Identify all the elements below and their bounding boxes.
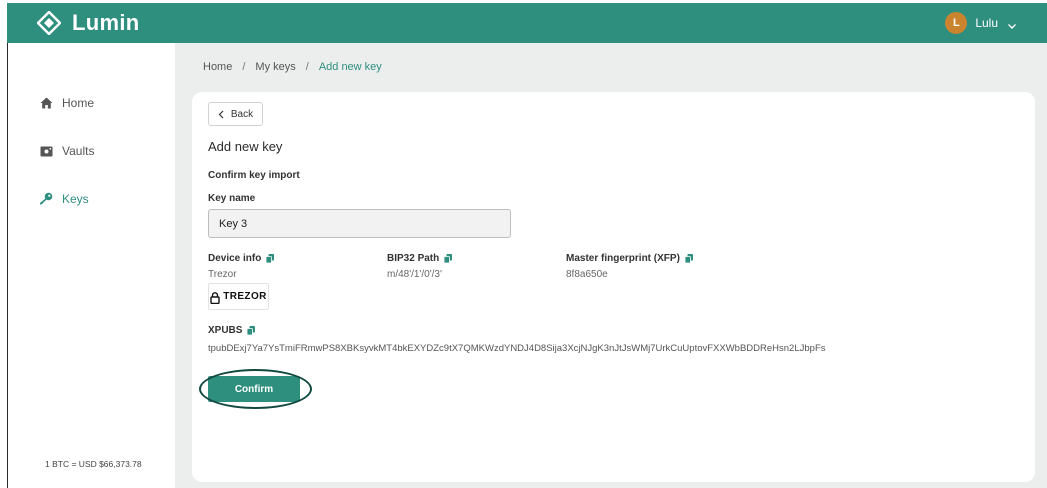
back-button[interactable]: Back — [208, 102, 263, 126]
bip32-path-label: BIP32 Path — [387, 253, 453, 264]
xpubs-label-text: XPUBS — [208, 325, 243, 336]
breadcrumb-current: Add new key — [318, 61, 382, 73]
sidebar: Home Vaults Keys 1 BTC = USD $66,373.78 — [8, 43, 175, 488]
breadcrumb-separator: / — [305, 61, 309, 73]
xpubs-value: tpubDExj7Ya7YsTmiFRmwPS8XBKsyvkMT4bkEXYD… — [208, 343, 826, 354]
device-info-value: Trezor — [208, 269, 237, 280]
copy-icon[interactable] — [247, 326, 256, 336]
back-label: Back — [230, 108, 254, 120]
diamond-logo-icon — [36, 10, 62, 36]
copy-icon[interactable] — [684, 254, 693, 264]
master-fingerprint-value: 8f8a650e — [566, 269, 608, 280]
chevron-down-icon — [1007, 18, 1017, 29]
key-icon — [39, 192, 53, 206]
key-name-label: Key name — [208, 193, 255, 204]
device-info-label-text: Device info — [208, 253, 262, 264]
sidebar-item-vaults[interactable]: Vaults — [39, 144, 94, 158]
btc-price: 1 BTC = USD $66,373.78 — [45, 459, 142, 469]
sidebar-item-home[interactable]: Home — [39, 96, 94, 110]
sidebar-item-label: Vaults — [62, 144, 95, 158]
app-logo[interactable]: Lumin — [36, 9, 140, 37]
master-fingerprint-label: Master fingerprint (XFP) — [566, 253, 693, 264]
app-name: Lumin — [72, 10, 140, 35]
top-bar: Lumin L Lulu — [7, 3, 1047, 43]
breadcrumb-separator: / — [242, 61, 246, 73]
device-info-label: Device info — [208, 253, 275, 264]
xpubs-label: XPUBS — [208, 325, 256, 336]
sidebar-item-label: Home — [62, 96, 95, 110]
section-title: Confirm key import — [208, 170, 300, 181]
bip32-path-label-text: BIP32 Path — [387, 253, 440, 264]
chevron-left-icon — [218, 110, 225, 119]
bip32-path-value: m/48'/1'/0'/3' — [387, 269, 442, 280]
copy-icon[interactable] — [443, 254, 453, 264]
user-menu[interactable]: L Lulu — [945, 12, 1017, 34]
lock-icon — [210, 291, 220, 304]
user-name: Lulu — [975, 16, 998, 30]
home-icon — [39, 96, 53, 110]
key-name-input[interactable] — [208, 209, 511, 238]
confirm-button[interactable]: Confirm — [208, 376, 300, 402]
master-fingerprint-label-text: Master fingerprint (XFP) — [566, 253, 680, 264]
copy-icon[interactable] — [265, 254, 275, 264]
sidebar-item-label: Keys — [62, 192, 89, 206]
breadcrumb-home[interactable]: Home — [203, 61, 232, 73]
breadcrumb: Home / My keys / Add new key — [203, 61, 382, 73]
main-content: Home / My keys / Add new key Back Add ne… — [175, 43, 1047, 488]
trezor-logo-text: TREZOR — [223, 291, 267, 302]
key-name-label-text: Key name — [208, 193, 256, 204]
trezor-logo: TREZOR — [208, 283, 269, 310]
add-key-card: Back Add new key Confirm key import Key … — [192, 92, 1035, 482]
avatar: L — [945, 12, 968, 34]
vault-icon — [39, 144, 53, 158]
breadcrumb-my-keys[interactable]: My keys — [255, 61, 295, 73]
page-title: Add new key — [208, 139, 283, 154]
sidebar-item-keys[interactable]: Keys — [39, 192, 89, 206]
